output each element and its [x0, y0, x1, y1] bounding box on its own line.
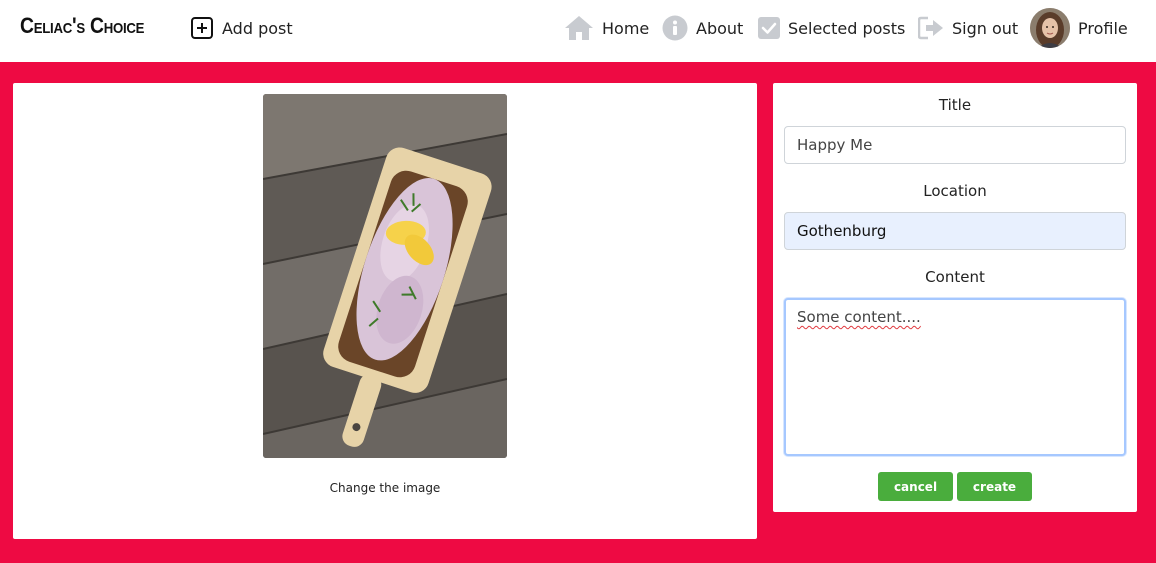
nav-selected-posts[interactable]: Selected posts [758, 14, 905, 42]
title-input[interactable] [784, 126, 1126, 164]
nav-add-post[interactable]: Add post [190, 14, 293, 42]
navbar: Celiac's Choice Add post Home About Sele… [0, 0, 1156, 62]
content-label: Content [925, 268, 985, 286]
title-label: Title [938, 96, 972, 114]
nav-selected-posts-label: Selected posts [788, 18, 906, 38]
plus-square-icon [191, 17, 213, 39]
sign-out-icon [918, 16, 943, 40]
content-textarea[interactable]: Some content.... [784, 298, 1126, 456]
nav-sign-out[interactable]: Sign out [918, 14, 1018, 42]
create-button[interactable]: create [957, 472, 1032, 501]
location-input[interactable] [784, 212, 1126, 250]
content-text: Some content.... [797, 308, 921, 326]
nav-home-label: Home [602, 18, 650, 38]
nav-about[interactable]: About [662, 14, 743, 42]
main-area: Change the image Title Location Content … [0, 62, 1156, 563]
nav-add-post-label: Add post [222, 18, 293, 38]
nav-home[interactable]: Home [564, 14, 649, 42]
post-form: Title Location Content Some content.... … [773, 83, 1137, 512]
location-label: Location [923, 182, 987, 200]
brand-logo[interactable]: Celiac's Choice [20, 13, 144, 39]
home-icon [565, 16, 593, 40]
image-panel: Change the image [13, 83, 757, 539]
change-image-link[interactable]: Change the image [13, 481, 757, 495]
nav-profile-label: Profile [1078, 18, 1128, 38]
avatar [1030, 8, 1070, 48]
post-image [263, 94, 507, 458]
nav-about-label: About [696, 18, 744, 38]
cancel-button[interactable]: cancel [878, 472, 953, 501]
nav-profile[interactable]: Profile [1030, 7, 1128, 49]
check-square-icon [758, 17, 780, 39]
info-icon [662, 15, 688, 41]
nav-sign-out-label: Sign out [952, 18, 1019, 38]
